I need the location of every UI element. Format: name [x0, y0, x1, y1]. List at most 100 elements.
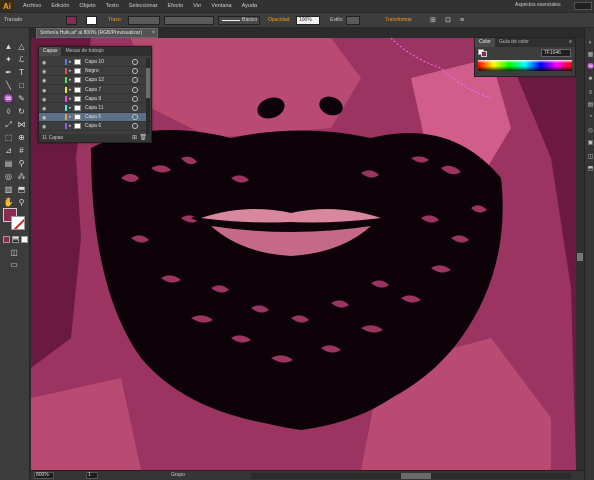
eye-icon[interactable]: ◉ — [42, 87, 49, 94]
selection-icon[interactable]: ▲ — [3, 42, 14, 52]
tab-mesas-de-trabajo[interactable]: Mesas de trabajo — [61, 47, 107, 56]
paintbrush-icon[interactable]: ♒ — [3, 94, 14, 104]
panel-menu-icon[interactable]: ≡ — [460, 16, 464, 25]
zoom-field[interactable]: 800% — [34, 472, 54, 479]
target-circle-icon[interactable] — [132, 105, 138, 111]
tab-guia-de-color[interactable]: Guía de color — [495, 38, 533, 47]
type-icon[interactable]: T — [16, 68, 27, 78]
document-tab[interactable]: Sinfonía Hulk.ai* al 800% (RGB/Previsual… — [36, 28, 158, 38]
layer-row[interactable]: ◉ ▸ Capa 10 — [39, 58, 147, 67]
trash-icon[interactable]: 🗑 — [139, 134, 147, 142]
target-circle-icon[interactable] — [132, 86, 138, 93]
horizontal-scroll-thumb[interactable] — [401, 473, 431, 479]
layer-row[interactable]: ◉ ▸ Capa 5 — [39, 113, 147, 122]
eye-icon[interactable]: ◉ — [42, 105, 49, 112]
appearance-icon[interactable]: ◎ — [587, 128, 594, 135]
opacity-field[interactable]: 100% — [296, 16, 320, 25]
free-transform-icon[interactable]: ⬚ — [3, 133, 14, 143]
new-layer-icon[interactable]: ⊞ — [132, 134, 137, 142]
tab-color[interactable]: Color — [475, 38, 495, 47]
magic-wand-icon[interactable]: ✦ — [3, 55, 14, 65]
blend-icon[interactable]: ◎ — [3, 172, 14, 182]
expand-triangle-icon[interactable]: ▸ — [69, 95, 72, 103]
eye-icon[interactable]: ◉ — [42, 123, 49, 130]
target-circle-icon[interactable] — [132, 68, 138, 75]
direct-selection-icon[interactable]: △ — [16, 42, 27, 52]
expand-triangle-icon[interactable]: ▸ — [69, 104, 72, 112]
screen-mode-icon[interactable]: ▭ — [5, 260, 23, 270]
panel-menu-icon[interactable]: ≡ — [569, 38, 575, 47]
stroke-weight-label[interactable]: Trazo: — [108, 16, 122, 25]
opacity-label[interactable]: Opacidad: — [268, 16, 291, 25]
hand-icon[interactable]: ✋ — [3, 198, 14, 208]
menu-ventana[interactable]: Ventana — [206, 0, 236, 12]
brushes-icon[interactable]: ♒ — [587, 64, 594, 71]
expand-triangle-icon[interactable]: ▸ — [69, 122, 72, 130]
isolate-icon[interactable]: ⊡ — [445, 16, 451, 25]
graphic-styles-icon[interactable]: ▣ — [587, 140, 594, 147]
menu-efecto[interactable]: Efecto — [163, 0, 189, 12]
target-circle-icon[interactable] — [132, 77, 138, 84]
artboards-icon[interactable]: ⬒ — [587, 166, 594, 173]
target-circle-icon[interactable] — [132, 123, 138, 130]
menu-ver[interactable]: Ver — [188, 0, 206, 12]
vertical-scrollbar[interactable] — [576, 38, 584, 470]
menu-archivo[interactable]: Archivo — [18, 0, 46, 12]
color-panel-icon[interactable]: ◐ — [587, 40, 594, 47]
pen-icon[interactable]: ✒ — [3, 68, 14, 78]
menu-ayuda[interactable]: Ayuda — [237, 0, 263, 12]
shape-builder-icon[interactable]: ⊕ — [16, 133, 27, 143]
lasso-icon[interactable]: ℒ — [16, 55, 27, 65]
mesh-icon[interactable]: # — [16, 146, 27, 156]
target-circle-icon[interactable] — [132, 95, 138, 102]
expand-triangle-icon[interactable]: ▸ — [69, 76, 72, 84]
search-input[interactable] — [574, 2, 592, 10]
line-icon[interactable]: ╲ — [3, 81, 14, 91]
eraser-icon[interactable]: ◊ — [3, 107, 14, 117]
layer-row[interactable]: ◉ ▸ Capa 9 — [39, 95, 147, 104]
close-icon[interactable]: × — [151, 29, 155, 37]
expand-triangle-icon[interactable]: ▸ — [69, 86, 72, 94]
perspective-icon[interactable]: ⊿ — [3, 146, 14, 156]
stroke-swatch[interactable] — [11, 216, 25, 230]
expand-triangle-icon[interactable]: ▸ — [69, 58, 72, 66]
layers-scrollbar[interactable] — [146, 58, 150, 134]
color-spectrum[interactable] — [478, 60, 572, 71]
eye-icon[interactable]: ◉ — [42, 96, 49, 103]
rectangle-icon[interactable]: □ — [16, 81, 27, 91]
eye-icon[interactable]: ◉ — [42, 114, 49, 121]
layer-row[interactable]: ◉ ▸ Negro — [39, 67, 147, 76]
stroke-weight-field[interactable] — [128, 16, 160, 25]
drawing-mode-icon[interactable]: ◫ — [5, 248, 23, 258]
target-circle-icon[interactable] — [132, 59, 138, 65]
expand-triangle-icon[interactable]: ▸ — [69, 67, 72, 75]
horizontal-scrollbar[interactable] — [251, 473, 571, 479]
gradient-icon[interactable]: ▤ — [3, 159, 14, 169]
hex-color-field[interactable]: 7F1046 — [541, 49, 571, 57]
eye-icon[interactable]: ◉ — [42, 77, 49, 84]
stroke-color-button[interactable] — [86, 16, 97, 25]
align-icon[interactable]: ⊞ — [430, 16, 436, 25]
eye-icon[interactable]: ◉ — [42, 68, 49, 75]
menu-seleccionar[interactable]: Seleccionar — [124, 0, 163, 12]
none-mode-button[interactable] — [21, 236, 28, 243]
menu-objeto[interactable]: Objeto — [74, 0, 100, 12]
layer-row[interactable]: ◉ ▸ Capa 7 — [39, 86, 147, 95]
tab-capas[interactable]: Capas — [39, 47, 62, 56]
variable-width-profile[interactable] — [164, 16, 214, 25]
vertical-scroll-thumb[interactable] — [577, 253, 583, 261]
menu-edicion[interactable]: Edición — [46, 0, 74, 12]
symbols-icon[interactable]: ♣ — [587, 76, 594, 83]
scale-icon[interactable]: ⤢ — [3, 120, 14, 130]
eye-icon[interactable]: ◉ — [42, 59, 49, 66]
expand-triangle-icon[interactable]: ▸ — [69, 113, 72, 121]
transform-link[interactable]: Transformar — [385, 16, 412, 25]
layer-row[interactable]: ◉ ▸ Capa 6 — [39, 122, 147, 131]
layer-row[interactable]: ◉ ▸ Capa 12 — [39, 76, 147, 85]
fill-stroke-mini-icon[interactable] — [478, 49, 488, 57]
width-icon[interactable]: ⋈ — [16, 120, 27, 130]
workspace-switcher[interactable]: Aspectos esenciales — [512, 1, 572, 10]
target-circle-icon[interactable] — [132, 114, 138, 121]
zoom-icon[interactable]: ⚲ — [16, 198, 27, 208]
fill-color-button[interactable] — [66, 16, 77, 25]
